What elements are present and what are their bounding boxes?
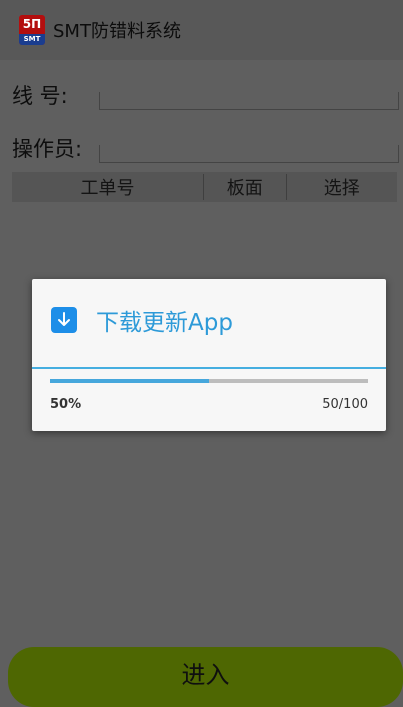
- progress-count: 50/100: [322, 397, 368, 412]
- line-number-label: 线 号:: [12, 84, 68, 108]
- app-logo-glyph: 5Π: [22, 17, 42, 31]
- title-bar: 5Π SMT SMT防错料系统: [0, 0, 403, 60]
- download-icon: [51, 307, 77, 333]
- progress-percent: 50%: [50, 397, 82, 412]
- app-title: SMT防错料系统: [53, 21, 181, 42]
- enter-button[interactable]: 进入: [8, 647, 403, 707]
- operator-field[interactable]: [99, 145, 399, 163]
- app-logo-sub: SMT: [19, 34, 45, 45]
- download-update-dialog: 下载更新App 50% 50/100: [32, 279, 386, 431]
- line-number-field[interactable]: [99, 92, 399, 110]
- app-logo-icon: 5Π SMT: [19, 15, 45, 45]
- dialog-title: 下载更新App: [96, 310, 233, 336]
- operator-label: 操作员:: [12, 137, 83, 161]
- header-board-side: 板面: [203, 174, 286, 200]
- download-progress-bar: [50, 379, 368, 383]
- download-progress-fill: [50, 379, 209, 383]
- header-select: 选择: [285, 174, 397, 200]
- dialog-divider: [32, 367, 386, 369]
- header-work-order: 工单号: [80, 178, 135, 199]
- table-header: 工单号 板面 选择: [12, 172, 397, 202]
